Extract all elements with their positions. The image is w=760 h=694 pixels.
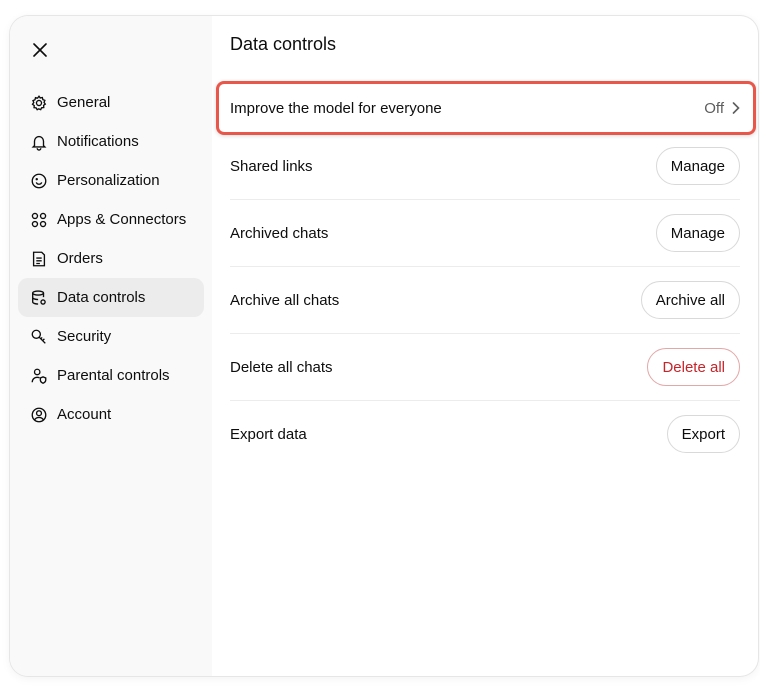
receipt-icon: [30, 250, 48, 268]
improve-model-row[interactable]: Improve the model for everyone Off: [216, 81, 756, 135]
sidebar-item-notifications[interactable]: Notifications: [18, 122, 204, 161]
key-icon: [30, 328, 48, 346]
sidebar-item-account[interactable]: Account: [18, 395, 204, 434]
sidebar-item-parental-controls[interactable]: Parental controls: [18, 356, 204, 395]
row-label: Delete all chats: [230, 358, 333, 376]
delete-all-button[interactable]: Delete all: [647, 348, 740, 386]
row-value: Off: [704, 99, 724, 117]
close-icon: [33, 43, 47, 57]
sidebar-item-apps-connectors[interactable]: Apps & Connectors: [18, 200, 204, 239]
settings-nav: General Notifications Personalization Ap…: [18, 83, 204, 434]
sidebar-item-general[interactable]: General: [18, 83, 204, 122]
sidebar-item-orders[interactable]: Orders: [18, 239, 204, 278]
export-button[interactable]: Export: [666, 415, 740, 453]
sidebar-item-label: Security: [57, 328, 112, 345]
database-icon: [30, 289, 48, 307]
row-label: Shared links: [230, 157, 313, 175]
archived-chats-row: Archived chats Manage: [230, 200, 740, 267]
sidebar-item-label: Personalization: [57, 172, 160, 189]
export-data-row: Export data Export: [230, 401, 740, 467]
chevron-right-icon: [732, 102, 740, 114]
row-label: Improve the model for everyone: [230, 99, 442, 117]
gear-icon: [30, 94, 48, 112]
sidebar-item-label: Apps & Connectors: [57, 211, 187, 228]
sidebar-item-data-controls[interactable]: Data controls: [18, 278, 204, 317]
archive-all-chats-row: Archive all chats Archive all: [230, 267, 740, 334]
sidebar-item-personalization[interactable]: Personalization: [18, 161, 204, 200]
archive-all-button[interactable]: Archive all: [640, 281, 740, 319]
sidebar-item-security[interactable]: Security: [18, 317, 204, 356]
row-label: Archived chats: [230, 224, 329, 242]
sidebar-item-label: General: [57, 94, 111, 111]
row-label: Export data: [230, 425, 307, 443]
shared-links-row: Shared links Manage: [230, 133, 740, 200]
sidebar-item-label: Notifications: [57, 133, 139, 150]
page-title: Data controls: [230, 34, 337, 54]
sidebar-item-label: Data controls: [57, 289, 146, 306]
sidebar-item-label: Parental controls: [57, 367, 170, 384]
improve-model-toggle[interactable]: Off: [704, 100, 740, 117]
sidebar-item-label: Orders: [57, 250, 103, 267]
settings-modal: General Notifications Personalization Ap…: [10, 16, 758, 676]
manage-archived-chats-button[interactable]: Manage: [655, 214, 740, 252]
settings-list: Improve the model for everyone Off Share…: [216, 81, 756, 467]
manage-shared-links-button[interactable]: Manage: [655, 147, 740, 185]
delete-all-chats-row: Delete all chats Delete all: [230, 334, 740, 401]
settings-main: Data controls Improve the model for ever…: [212, 16, 758, 676]
smile-icon: [30, 172, 48, 190]
close-button[interactable]: [28, 38, 52, 62]
user-circle-icon: [30, 406, 48, 424]
apps-icon: [30, 211, 48, 229]
row-label: Archive all chats: [230, 291, 340, 309]
bell-icon: [30, 133, 48, 151]
sidebar-item-label: Account: [57, 406, 112, 423]
settings-sidebar: General Notifications Personalization Ap…: [10, 16, 212, 676]
person-shield-icon: [30, 367, 48, 385]
